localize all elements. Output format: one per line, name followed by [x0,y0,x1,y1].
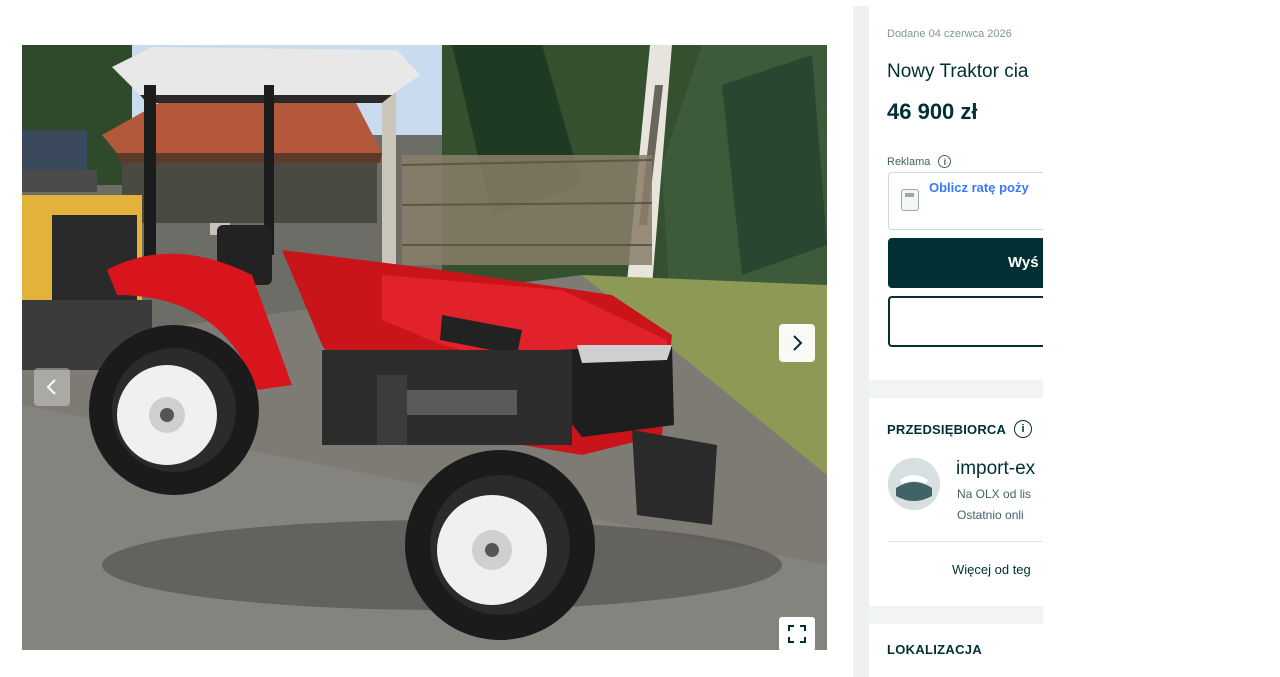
loan-calculator-link[interactable]: Oblicz ratę poży [929,180,1029,195]
avatar[interactable] [888,458,940,510]
seller-member-since: Na OLX od lis [957,487,1032,501]
sidebar-background [853,6,869,677]
send-message-button-label: Wyś [1008,254,1039,271]
call-button[interactable] [888,296,1043,347]
avatar-placeholder-icon [888,458,940,510]
location-label: LOKALIZACJA [887,642,983,657]
ad-label-text: Reklama [887,155,931,168]
location-card: LOKALIZACJA [869,624,1043,677]
loan-calculator-box[interactable]: Oblicz ratę poży [888,172,1043,230]
fullscreen-icon [788,625,806,643]
chevron-right-icon [793,335,803,351]
calculator-icon [901,189,919,211]
listing-details-card: Dodane 04 czerwca 2026 Nowy Traktor cia … [869,6,1043,372]
ad-label: Reklama i [887,155,952,168]
previous-photo-button[interactable] [34,368,70,406]
section-separator [869,606,1043,624]
chevron-left-icon [46,379,56,395]
seller-card: PRZEDSIĘBIORCA i import-ex Na OLX od lis… [869,398,1043,598]
tractor-photo [22,45,827,650]
seller-type: PRZEDSIĘBIORCA i [887,420,1033,438]
info-icon[interactable]: i [1014,420,1033,438]
divider [888,541,1043,542]
fullscreen-button[interactable] [779,617,815,650]
listing-price: 46 900 zł [887,99,978,124]
section-separator [869,380,1043,398]
send-message-button[interactable]: Wyś [888,238,1043,288]
more-from-seller-link[interactable]: Więcej od teg [952,562,1031,577]
page: Dodane 04 czerwca 2026 Nowy Traktor cia … [0,0,1280,677]
next-photo-button[interactable] [779,324,815,362]
info-icon[interactable]: i [938,155,952,168]
seller-type-label: PRZEDSIĘBIORCA [887,421,1007,437]
listing-title: Nowy Traktor cia [887,61,1029,82]
photo-gallery[interactable] [22,45,827,650]
seller-last-online: Ostatnio onli [957,508,1024,522]
seller-name[interactable]: import-ex [956,458,1035,480]
added-date: Dodane 04 czerwca 2026 [887,28,1012,40]
